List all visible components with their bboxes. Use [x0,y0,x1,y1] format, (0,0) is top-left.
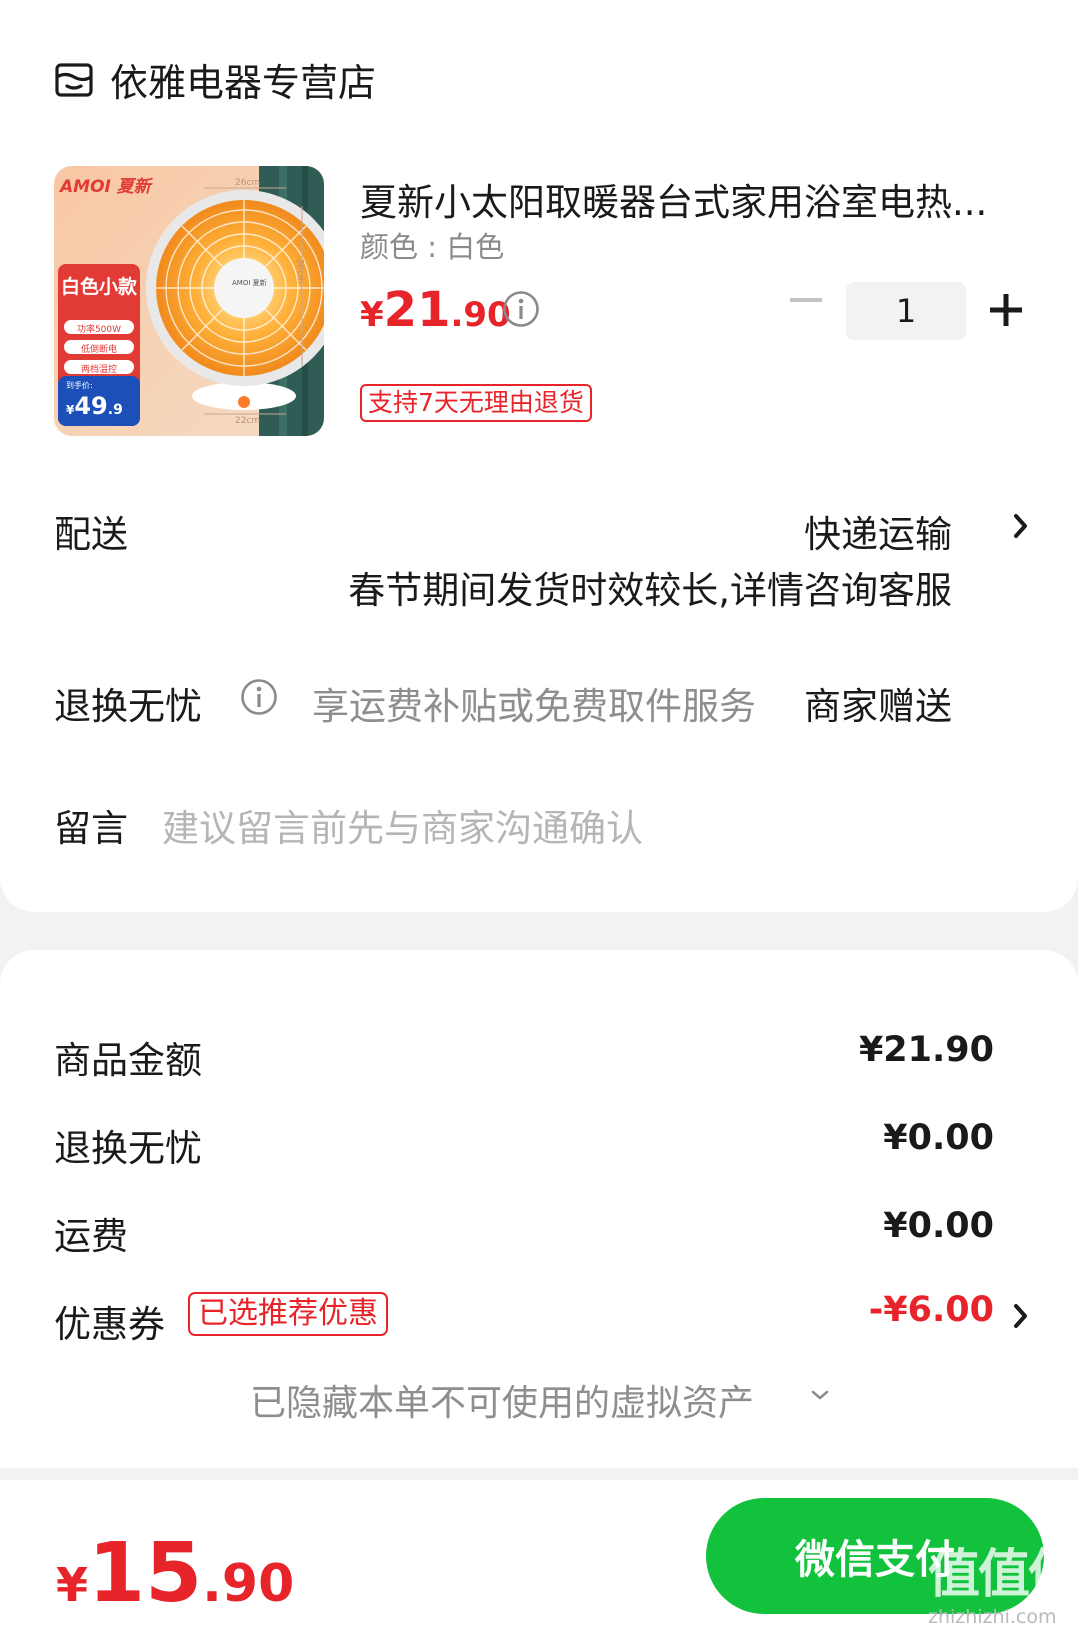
return-worry-label: 退换无忧 [54,685,202,728]
return-fee-label: 退换无忧 [54,1127,202,1170]
product-image[interactable]: AMOI 夏新 白色小款 功率500W 低倒断电 两档温控 到手价: ¥49.9… [54,166,324,436]
goods-amount-label: 商品金额 [54,1039,202,1082]
increase-quantity-button[interactable] [990,294,1022,326]
goods-amount-value: ¥21.90 [858,1030,994,1070]
message-label: 留言 [54,807,128,850]
image-price-label: 到手价: [66,381,93,390]
coupon-tag: 已选推荐优惠 [188,1292,388,1336]
chevron-down-icon[interactable] [810,1388,830,1402]
dim-top: 26cm [235,178,261,188]
order-item-card: 依雅电器专营店 AMOI 夏新 白色小款 功率500W 低倒断电 两档温控 到手… [0,0,1078,912]
decrease-quantity-button[interactable] [790,296,822,304]
quantity-input[interactable]: 1 [846,282,966,340]
coupon-label: 优惠券 [54,1303,165,1346]
total-symbol: ¥ [56,1558,89,1612]
checkout-bar: ¥15.90 微信支付 值值值 zhizhizhi.com [0,1480,1078,1638]
price-info-icon[interactable] [502,290,540,328]
product-spec[interactable]: 颜色 : 白色 [360,224,504,266]
coupon-chevron-icon[interactable] [1012,1302,1030,1330]
return-policy-badge: 支持7天无理由退货 [360,384,592,422]
return-worry-desc: 享运费补贴或免费取件服务 [312,685,756,728]
product-title[interactable]: 夏新小太阳取暖器台式家用浴室电热... [360,172,1020,226]
variant-label: 白色小款 [60,276,137,298]
hidden-assets-note[interactable]: 已隐藏本单不可使用的虚拟资产 [250,1374,754,1426]
return-fee-value: ¥0.00 [883,1118,994,1158]
feature-2: 低倒断电 [80,345,117,355]
shipping-fee-label: 运费 [54,1215,128,1258]
heater-brand: AMOI 夏新 [232,279,267,287]
total-integer: 15 [88,1526,203,1621]
delivery-label: 配送 [54,513,128,556]
shop-name[interactable]: 依雅电器专营店 [110,52,376,107]
delivery-method[interactable]: 快递运输 [804,504,952,558]
feature-3: 两档温控 [80,365,117,375]
image-price: ¥49.9 [66,392,123,420]
image-price-dec: .9 [107,402,123,418]
dim-bottom: 22cm [235,416,261,426]
total-decimal: .90 [202,1554,295,1614]
product-price: ¥21.90 [360,282,511,338]
image-price-int: 49 [74,392,108,420]
watermark-url: zhizhizhi.com [928,1606,1057,1628]
return-worry-value: 商家赠送 [804,685,952,728]
price-symbol: ¥ [360,295,384,335]
total-price: ¥15.90 [56,1526,294,1621]
watermark: 值值值 [928,1545,1078,1605]
return-info-icon[interactable] [240,678,278,716]
delivery-chevron-icon[interactable] [1012,512,1030,540]
price-integer: 21 [383,282,451,338]
price-summary-card: 商品金额 ¥21.90 退换无忧 ¥0.00 运费 ¥0.00 优惠券 已选推荐… [0,950,1078,1468]
shipping-fee-value: ¥0.00 [883,1206,994,1246]
message-input[interactable]: 建议留言前先与商家沟通确认 [162,798,643,852]
coupon-amount[interactable]: -¥6.00 [869,1290,994,1330]
delivery-note: 春节期间发货时效较长,详情咨询客服 [348,569,952,612]
dim-side: 36cm [294,258,305,284]
brand-logo: AMOI 夏新 [60,177,151,197]
shop-icon [55,63,93,97]
feature-1: 功率500W [76,325,122,335]
